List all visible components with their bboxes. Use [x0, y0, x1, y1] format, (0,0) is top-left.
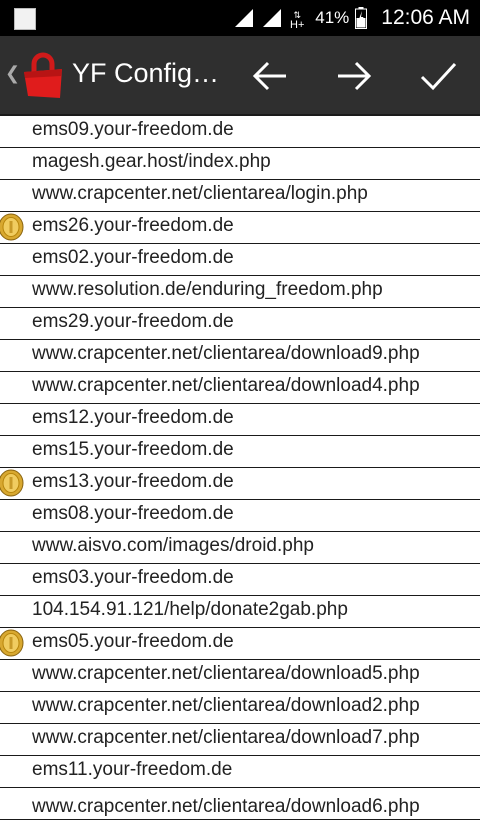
list-item[interactable]: www.crapcenter.net/clientarea/download5.… [0, 660, 480, 692]
coin-icon [0, 469, 24, 497]
list-item-label: ems08.your-freedom.de [32, 503, 234, 524]
list-item-label: 104.154.91.121/help/donate2gab.php [32, 599, 348, 620]
up-caret-icon[interactable]: ❮ [5, 63, 20, 84]
list-item[interactable]: www.aisvo.com/images/droid.php [0, 532, 480, 564]
notification-icon [14, 8, 36, 30]
list-item-label: www.crapcenter.net/clientarea/login.php [32, 183, 368, 204]
wifi-signal-icon [235, 9, 254, 27]
list-item-label: ems11.your-freedom.de [32, 759, 233, 780]
list-item-label: www.crapcenter.net/clientarea/download6.… [32, 796, 420, 817]
list-item[interactable]: ems11.your-freedom.de [0, 756, 480, 788]
clock: 12:06 AM [381, 6, 470, 29]
list-item-label: www.crapcenter.net/clientarea/download4.… [32, 375, 420, 396]
server-list: ems09.your-freedom.de magesh.gear.host/in… [0, 116, 480, 820]
back-arrow-icon[interactable] [250, 56, 290, 96]
list-item[interactable]: ems12.your-freedom.de [0, 404, 480, 436]
list-item[interactable]: ems08.your-freedom.de [0, 500, 480, 532]
coin-icon [0, 213, 24, 241]
list-item[interactable]: ems15.your-freedom.de [0, 436, 480, 468]
page-title: YF Config… [72, 58, 220, 88]
status-bar: ⇅ H+ 41% 12:06 AM [0, 0, 480, 36]
list-item[interactable]: www.crapcenter.net/clientarea/download2.… [0, 692, 480, 724]
list-item[interactable]: ems03.your-freedom.de [0, 564, 480, 596]
list-item[interactable]: www.resolution.de/enduring_freedom.php [0, 276, 480, 308]
cell-signal-icon [263, 9, 282, 27]
network-type: ⇅ H+ [290, 10, 305, 31]
list-item[interactable]: www.crapcenter.net/clientarea/download6.… [0, 788, 480, 820]
list-item-label: www.crapcenter.net/clientarea/download2.… [32, 695, 420, 716]
list-item-label: ems05.your-freedom.de [32, 631, 234, 652]
list-item[interactable]: 104.154.91.121/help/donate2gab.php [0, 596, 480, 628]
list-item-label: www.crapcenter.net/clientarea/download9.… [32, 343, 420, 364]
list-item-label: www.aisvo.com/images/droid.php [32, 535, 314, 556]
list-item[interactable]: ems13.your-freedom.de [0, 468, 480, 500]
coin-icon [0, 629, 24, 657]
app-lock-icon[interactable] [20, 50, 66, 100]
list-item[interactable]: www.crapcenter.net/clientarea/download4.… [0, 372, 480, 404]
action-bar: ❮ YF Config… [0, 36, 480, 116]
list-item[interactable]: ems26.your-freedom.de [0, 212, 480, 244]
list-item[interactable]: ems05.your-freedom.de [0, 628, 480, 660]
checkmark-icon[interactable] [418, 56, 458, 96]
list-item-label: ems02.your-freedom.de [32, 247, 234, 268]
list-item-label: ems03.your-freedom.de [32, 567, 234, 588]
list-item-label: www.crapcenter.net/clientarea/download7.… [32, 727, 420, 748]
list-item[interactable]: www.crapcenter.net/clientarea/download7.… [0, 724, 480, 756]
battery-icon [355, 7, 368, 29]
battery-percent: 41% [315, 8, 350, 27]
list-item-label: magesh.gear.host/index.php [32, 151, 271, 172]
list-item[interactable]: magesh.gear.host/index.php [0, 148, 480, 180]
list-item-label: ems15.your-freedom.de [32, 439, 234, 460]
list-item-label: ems26.your-freedom.de [32, 215, 234, 236]
list-item-label: ems09.your-freedom.de [32, 119, 234, 140]
forward-arrow-icon[interactable] [334, 56, 374, 96]
list-item-label: www.resolution.de/enduring_freedom.php [32, 279, 383, 300]
list-item-label: ems29.your-freedom.de [32, 311, 234, 332]
list-item-label: ems13.your-freedom.de [32, 471, 234, 492]
list-item[interactable]: www.crapcenter.net/clientarea/login.php [0, 180, 480, 212]
list-item[interactable]: ems09.your-freedom.de [0, 116, 480, 148]
list-item[interactable]: ems29.your-freedom.de [0, 308, 480, 340]
status-icons: ⇅ H+ 41% 12:06 AM [233, 0, 470, 36]
list-item-label: www.crapcenter.net/clientarea/download5.… [32, 663, 420, 684]
list-item[interactable]: www.crapcenter.net/clientarea/download9.… [0, 340, 480, 372]
list-item[interactable]: ems02.your-freedom.de [0, 244, 480, 276]
list-item-label: ems12.your-freedom.de [32, 407, 234, 428]
